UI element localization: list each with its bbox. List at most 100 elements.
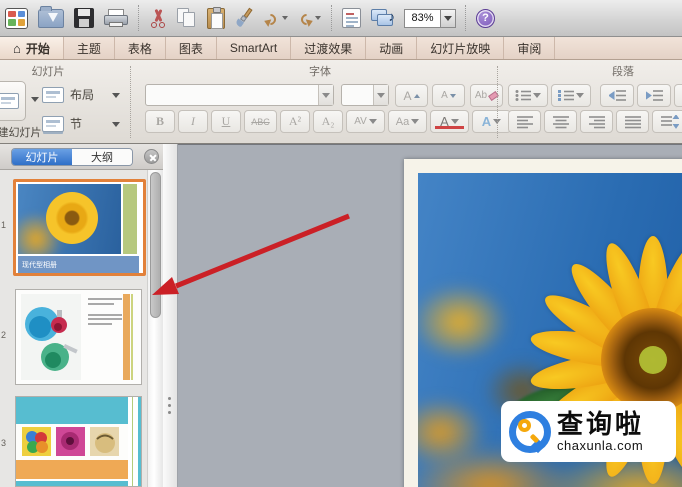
cut-button[interactable] [144,3,172,33]
tab-slideshow[interactable]: 幻灯片放映 [417,37,505,59]
new-presentation-gallery-button[interactable] [0,3,33,33]
font-group-label: 字体 [309,66,331,78]
line-spacing-icon [660,114,679,129]
watermark-domain: chaxunla.com [557,438,644,453]
thumbnail-balls-photo [22,427,51,456]
layout-dropdown-caret[interactable] [112,93,120,98]
tab-review[interactable]: 审阅 [504,37,556,59]
scrollbar-thumb[interactable] [150,172,161,318]
copy-button[interactable] [172,3,202,33]
thumbnail-teal-band [16,481,128,486]
show-toolbox-button[interactable] [337,3,366,33]
tab-home[interactable]: ⌂ 开始 [0,37,64,59]
format-painter-button[interactable] [230,3,260,33]
character-spacing-button[interactable]: AV [346,110,385,133]
thumbnail-teal-edge [138,397,141,486]
new-slide-icon [0,93,19,109]
gallery-icon [5,7,28,29]
subscript-button[interactable]: A₂ [313,110,343,133]
slide-thumbnail-2[interactable] [15,289,142,385]
grow-font-button[interactable]: A [395,84,428,107]
increase-indent-button[interactable] [637,84,671,107]
thumbnail-flasks-photo [21,294,81,380]
pane-splitter[interactable] [163,144,178,487]
new-slide-dropdown-caret[interactable] [31,97,39,102]
close-pane-button[interactable] [144,149,159,164]
chevron-down-icon [444,15,452,21]
font-name-combo[interactable] [145,84,334,106]
tab-animations[interactable]: 动画 [366,37,418,59]
text-direction-button[interactable] [674,84,682,107]
chevron-down-icon [368,119,377,124]
open-button[interactable] [33,3,69,33]
font-color-button[interactable]: A [430,110,469,133]
align-center-button[interactable] [544,110,577,133]
section-button[interactable]: 节 [42,115,82,132]
undo-button[interactable] [260,3,293,33]
line-spacing-button[interactable] [652,110,682,133]
shrink-font-button[interactable]: A [432,84,465,107]
justify-button[interactable] [616,110,649,133]
align-right-icon [588,115,605,128]
justify-icon [624,115,641,128]
bold-button[interactable]: B [145,110,175,133]
save-button[interactable] [69,3,99,33]
up-arrow-icon [413,93,420,98]
align-left-button[interactable] [508,110,541,133]
tab-smartart[interactable]: SmartArt [217,37,292,59]
tab-charts[interactable]: 图表 [166,37,217,59]
undo-dropdown-caret[interactable] [282,16,288,20]
clear-formatting-button[interactable]: Ab [470,84,503,107]
italic-button[interactable]: I [178,110,208,133]
text-effects-button[interactable]: A [472,110,511,133]
decrease-indent-button[interactable] [600,84,634,107]
media-slides-icon: ♪ [371,8,395,28]
change-case-button[interactable]: Aa [388,110,427,133]
slide-number: 2 [1,330,7,340]
font-size-dropdown[interactable] [373,85,388,105]
copy-icon [177,8,197,28]
font-size-combo[interactable] [341,84,389,106]
help-button[interactable]: ? [471,3,500,33]
chevron-down-icon [322,92,330,98]
paste-button[interactable] [202,3,230,33]
thumbnail-text-placeholder [88,298,124,327]
redo-icon [298,11,315,27]
zoom-dropdown-button[interactable] [440,8,456,28]
bullets-button[interactable] [508,84,548,107]
pane-tab-slides[interactable]: 幻灯片 [12,149,72,165]
pane-tab-outline[interactable]: 大纲 [72,149,132,165]
strikethrough-button[interactable]: ABC [244,110,277,133]
numbering-button[interactable] [551,84,591,107]
tab-transitions[interactable]: 过渡效果 [291,37,367,59]
font-name-dropdown[interactable] [318,85,333,105]
superscript-button[interactable]: A² [280,110,310,133]
redo-dropdown-caret[interactable] [315,16,321,20]
section-dropdown-caret[interactable] [112,122,120,127]
slide-thumbnail-3[interactable] [15,396,142,487]
underline-button[interactable]: U [211,110,241,133]
slide-thumbnail-1-selected[interactable]: 现代型相册 [13,179,146,276]
toolbar-separator [331,5,332,31]
font-size-value[interactable] [342,85,373,105]
layout-button[interactable]: 布局 [42,86,94,103]
font-name-value[interactable] [146,85,318,105]
redo-button[interactable] [293,3,326,33]
new-slide-button[interactable] [0,81,26,121]
zoom-value-input[interactable]: 83% [404,8,440,28]
tab-tables[interactable]: 表格 [115,37,166,59]
splitter-handle[interactable] [168,397,171,418]
thumbnail-green-strip [121,184,137,254]
slide-thumbnail-list: 1 现代型相册 2 3 [0,170,147,487]
thumbnail-photo-band [16,424,128,460]
align-right-button[interactable] [580,110,613,133]
thumbnail-scrollbar[interactable] [147,170,163,487]
scissors-icon [149,8,167,28]
align-left-icon [516,115,533,128]
print-button[interactable] [99,3,133,33]
slide-number: 3 [1,438,7,448]
paragraph-group-label: 段落 [612,66,634,78]
brush-icon [234,7,255,28]
tab-themes[interactable]: 主题 [64,37,115,59]
media-browser-button[interactable]: ♪ [366,3,400,33]
